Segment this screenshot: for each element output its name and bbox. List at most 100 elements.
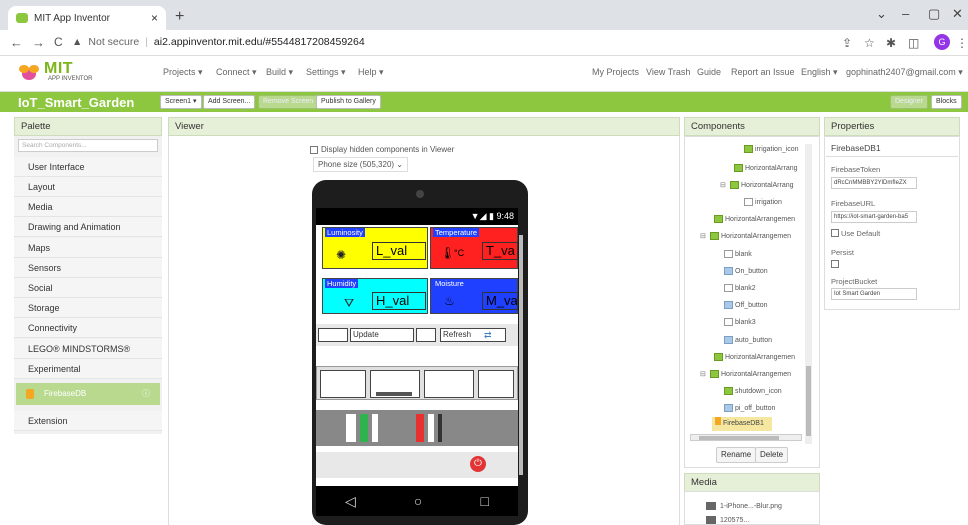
firebase-token-input[interactable]: dRcCnMMBBY2YlDmfIeZX <box>831 177 917 189</box>
collapse-toggle-icon[interactable]: ⊟ <box>700 370 708 378</box>
use-default-checkbox[interactable] <box>831 229 839 237</box>
palette-media[interactable]: Media <box>14 197 162 217</box>
palette-layout[interactable]: Layout <box>14 177 162 197</box>
component-tree-item[interactable]: pi_off_button <box>724 404 775 412</box>
nav-recent-icon[interactable]: □ <box>480 493 488 509</box>
component-tree-item[interactable]: auto_button <box>724 336 772 344</box>
link-my-projects[interactable]: My Projects <box>592 67 639 77</box>
screen-select[interactable]: Screen1 ▾ <box>160 95 202 109</box>
component-tree-item[interactable]: HorizontalArrang <box>734 164 798 172</box>
kebab-menu-icon[interactable]: ⋮ <box>956 36 968 50</box>
palette-drawing-animation[interactable]: Drawing and Animation <box>14 217 162 237</box>
nav-home-icon[interactable]: ○ <box>414 493 422 509</box>
designer-button[interactable]: Designer <box>890 95 929 109</box>
media-header: Media <box>684 473 820 492</box>
menu-projects[interactable]: Projects ▾ <box>163 67 203 78</box>
component-tree-item[interactable]: irrigation_icon <box>744 145 799 153</box>
help-icon[interactable]: ⓘ <box>142 383 150 405</box>
palette-sensors[interactable]: Sensors <box>14 258 162 278</box>
publish-gallery-button[interactable]: Publish to Gallery <box>316 95 381 109</box>
link-report-issue[interactable]: Report an Issue <box>731 67 795 77</box>
power-icon[interactable]: ⏻ <box>470 456 486 472</box>
new-tab-button[interactable]: + <box>175 8 184 26</box>
maximize-icon[interactable]: ▢ <box>928 6 940 22</box>
url-field[interactable]: ▲ Not secure | ai2.appinventor.mit.edu/#… <box>72 36 365 48</box>
account-dropdown[interactable]: gophinath2407@gmail.com ▾ <box>846 67 963 78</box>
component-tree-item[interactable]: ⊟ HorizontalArrang <box>720 181 794 189</box>
refresh-button[interactable]: Refresh <box>440 328 506 342</box>
phone-size-value: Phone size (505,320) <box>318 160 395 169</box>
palette-maps[interactable]: Maps <box>14 238 162 258</box>
reload-icon[interactable]: C <box>54 35 63 49</box>
display-hidden-checkbox[interactable]: Display hidden components in Viewer <box>310 145 454 154</box>
extensions-icon[interactable]: ✱ <box>886 36 896 50</box>
component-tree-item[interactable]: ⊟ HorizontalArrangemen <box>700 370 791 378</box>
palette-user-interface[interactable]: User Interface <box>14 157 162 177</box>
blocks-button[interactable]: Blocks <box>931 95 962 109</box>
phone-size-select[interactable]: Phone size (505,320) ⌄ <box>313 157 408 172</box>
close-tab-icon[interactable]: × <box>151 11 158 25</box>
component-tree-item[interactable]: Off_button <box>724 301 768 309</box>
component-tree-item[interactable]: blank <box>724 250 752 258</box>
phone-screen: ▼◢ ▮ 9:48 Luminosity ✺ L_val Temperature… <box>316 208 518 486</box>
forward-icon[interactable]: → <box>32 35 45 50</box>
components-hscroll[interactable] <box>690 434 802 441</box>
phone-scrollbar[interactable] <box>519 235 523 475</box>
palette-connectivity[interactable]: Connectivity <box>14 318 162 338</box>
sidepanel-icon[interactable]: ◫ <box>908 36 919 50</box>
palette-search-input[interactable]: Search Components... <box>18 139 158 152</box>
nav-back-icon[interactable]: ◁ <box>345 493 356 510</box>
spacer-cell <box>318 328 348 342</box>
checkbox-icon[interactable] <box>310 145 318 154</box>
menu-build[interactable]: Build ▾ <box>266 67 293 78</box>
component-tree-item[interactable]: On_button <box>724 267 768 275</box>
menu-connect[interactable]: Connect ▾ <box>216 67 257 78</box>
collapse-toggle-icon[interactable]: ⊟ <box>700 232 708 240</box>
back-icon[interactable]: ← <box>10 35 23 50</box>
language-dropdown[interactable]: English ▾ <box>801 67 838 78</box>
component-tree-item[interactable]: ⊟ HorizontalArrangemen <box>700 232 791 240</box>
palette-experimental[interactable]: Experimental <box>14 359 162 379</box>
component-tree-item[interactable]: blank3 <box>724 318 756 326</box>
component-label: shutdown_icon <box>735 387 782 395</box>
component-tree-item[interactable]: shutdown_icon <box>724 387 782 395</box>
collapse-toggle-icon[interactable]: ⊟ <box>720 181 728 189</box>
palette-extension[interactable]: Extension <box>14 411 162 431</box>
close-window-icon[interactable]: ✕ <box>952 6 963 22</box>
firebase-url-input[interactable]: https://iot-smart-garden-ba5 <box>831 211 917 223</box>
palette-lego-mindstorms[interactable]: LEGO® MINDSTORMS® <box>14 339 162 359</box>
component-tree-item[interactable]: blank2 <box>724 284 756 292</box>
menu-help[interactable]: Help ▾ <box>358 67 384 78</box>
component-label: HorizontalArrang <box>745 164 798 172</box>
button-icon <box>724 267 733 275</box>
menu-settings[interactable]: Settings ▾ <box>306 67 346 78</box>
rename-button[interactable]: Rename <box>716 447 757 463</box>
component-tree-item[interactable]: HorizontalArrangemen <box>714 353 795 361</box>
off-button[interactable] <box>424 370 474 398</box>
app-inventor-logo[interactable]: MIT APP INVENTOR <box>18 60 110 88</box>
palette-storage[interactable]: Storage <box>14 298 162 318</box>
palette-firebasedb-item[interactable]: FirebaseDB ⓘ <box>16 383 160 405</box>
link-guide[interactable]: Guide <box>697 67 721 77</box>
media-item[interactable]: 1-iPhone...-Blur.png <box>706 502 782 510</box>
profile-avatar[interactable]: G <box>934 34 950 50</box>
browser-tab[interactable]: MIT App Inventor × <box>8 6 166 30</box>
minimize-icon[interactable]: – <box>902 6 909 21</box>
palette-social[interactable]: Social <box>14 278 162 298</box>
share-icon[interactable]: ⇪ <box>842 36 852 50</box>
project-bucket-input[interactable]: Iot Smart Garden <box>831 288 917 300</box>
component-tree-item[interactable]: irrigation <box>744 198 782 206</box>
bookmark-star-icon[interactable]: ☆ <box>864 36 875 50</box>
remove-screen-button[interactable]: Remove Screen <box>258 95 319 109</box>
firebasedb1-tree-item[interactable]: FirebaseDB1 <box>712 417 772 431</box>
component-tree-item[interactable]: HorizontalArrangemen <box>714 215 795 223</box>
components-vscroll[interactable] <box>805 144 812 444</box>
media-item[interactable]: 120575... <box>706 516 749 524</box>
delete-button[interactable]: Delete <box>755 447 789 463</box>
update-button[interactable]: Update <box>350 328 414 342</box>
persist-checkbox[interactable] <box>831 260 839 268</box>
link-view-trash[interactable]: View Trash <box>646 67 690 77</box>
chevron-down-icon[interactable]: ⌄ <box>876 6 887 22</box>
auto-button[interactable] <box>478 370 514 398</box>
add-screen-button[interactable]: Add Screen... <box>203 95 256 109</box>
